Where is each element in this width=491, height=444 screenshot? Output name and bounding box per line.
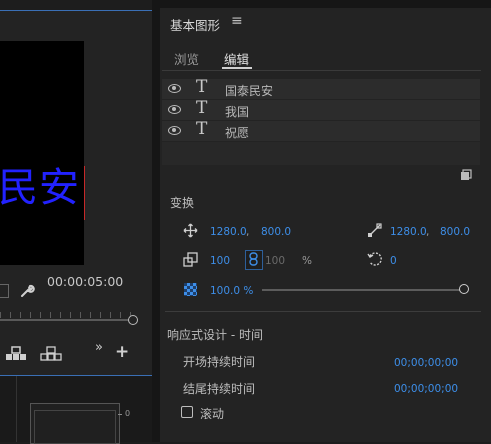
add-button-icon[interactable]: +: [115, 344, 129, 361]
position-separator: ,: [246, 226, 250, 238]
mini-tick-label: 0: [125, 409, 131, 418]
roll-checkbox[interactable]: [181, 406, 193, 418]
section-divider: [165, 311, 481, 312]
scale-percent-label: %: [302, 255, 312, 267]
more-controls-icon[interactable]: »: [95, 340, 103, 355]
intro-duration-value[interactable]: 00;00;00;00: [394, 357, 458, 369]
panel-divider: [16, 376, 17, 442]
opacity-slider-handle[interactable]: [459, 284, 469, 294]
top-border: [152, 0, 491, 8]
layer-row[interactable]: T 我国: [162, 98, 480, 121]
text-layer-icon: T: [196, 77, 208, 97]
video-preview[interactable]: [0, 41, 84, 265]
tabs-divider: [162, 70, 481, 71]
responsive-heading: 响应式设计 - 时间: [167, 328, 263, 342]
layer-label: 祝愿: [225, 126, 250, 140]
wrench-icon[interactable]: [19, 283, 35, 299]
anchor-x-value[interactable]: 1280.0: [390, 226, 427, 238]
tab-edit[interactable]: 编辑: [224, 49, 249, 68]
lift-icon[interactable]: [5, 345, 27, 361]
tab-edit-underline: [222, 67, 252, 69]
opacity-value[interactable]: 100.0 %: [210, 285, 253, 297]
playhead-timecode[interactable]: 00:00:05:00: [47, 274, 123, 289]
time-ruler: [0, 312, 133, 318]
scrub-handle[interactable]: [128, 315, 138, 325]
panel-menu-icon[interactable]: ≡: [231, 13, 243, 29]
anchor-y-value[interactable]: 800.0: [440, 226, 470, 238]
dropdown-chevron-icon[interactable]: [0, 284, 9, 298]
essential-graphics-panel: [160, 8, 491, 442]
mini-tick: [118, 414, 122, 415]
rotation-value[interactable]: 0: [390, 255, 397, 267]
extract-icon[interactable]: [40, 345, 62, 361]
outro-duration-value[interactable]: 00;00;00;00: [394, 383, 458, 395]
anchor-separator: ,: [426, 226, 430, 238]
text-cursor: [84, 166, 85, 220]
mini-timeline-inner: [34, 410, 116, 444]
eye-icon[interactable]: [168, 105, 181, 114]
layer-row[interactable]: T 国泰民安: [162, 77, 480, 100]
opacity-icon: [184, 283, 197, 296]
new-layer-icon[interactable]: [460, 169, 472, 181]
text-layer-icon: T: [196, 119, 208, 139]
panel-title: 基本图形: [170, 18, 221, 33]
position-x-value[interactable]: 1280.0: [210, 226, 247, 238]
intro-duration-label: 开场持续时间: [183, 355, 256, 369]
preview-overlay-text: 民安: [0, 165, 80, 211]
tab-browse[interactable]: 浏览: [174, 49, 199, 68]
scale-value[interactable]: 100: [210, 255, 230, 267]
anchor-point-icon: [368, 223, 382, 237]
position-y-value[interactable]: 800.0: [261, 226, 291, 238]
scale-width-value: 100: [265, 255, 286, 267]
opacity-slider-track[interactable]: [262, 289, 460, 291]
outro-duration-label: 结尾持续时间: [183, 382, 256, 396]
chain-link-icon: [249, 252, 258, 266]
layer-label: 我国: [225, 105, 250, 119]
scrub-track[interactable]: [0, 319, 133, 321]
rotation-icon: [367, 252, 382, 266]
layer-row[interactable]: T 祝愿: [162, 119, 480, 142]
move-icon: [183, 223, 198, 238]
panel-gutter: [152, 0, 160, 442]
text-layer-icon: T: [196, 98, 208, 118]
eye-icon[interactable]: [168, 126, 181, 135]
transform-heading: 变换: [170, 196, 195, 210]
eye-icon[interactable]: [168, 84, 181, 93]
layer-label: 国泰民安: [225, 84, 274, 98]
scale-icon: [183, 252, 198, 267]
roll-label: 滚动: [200, 407, 225, 421]
